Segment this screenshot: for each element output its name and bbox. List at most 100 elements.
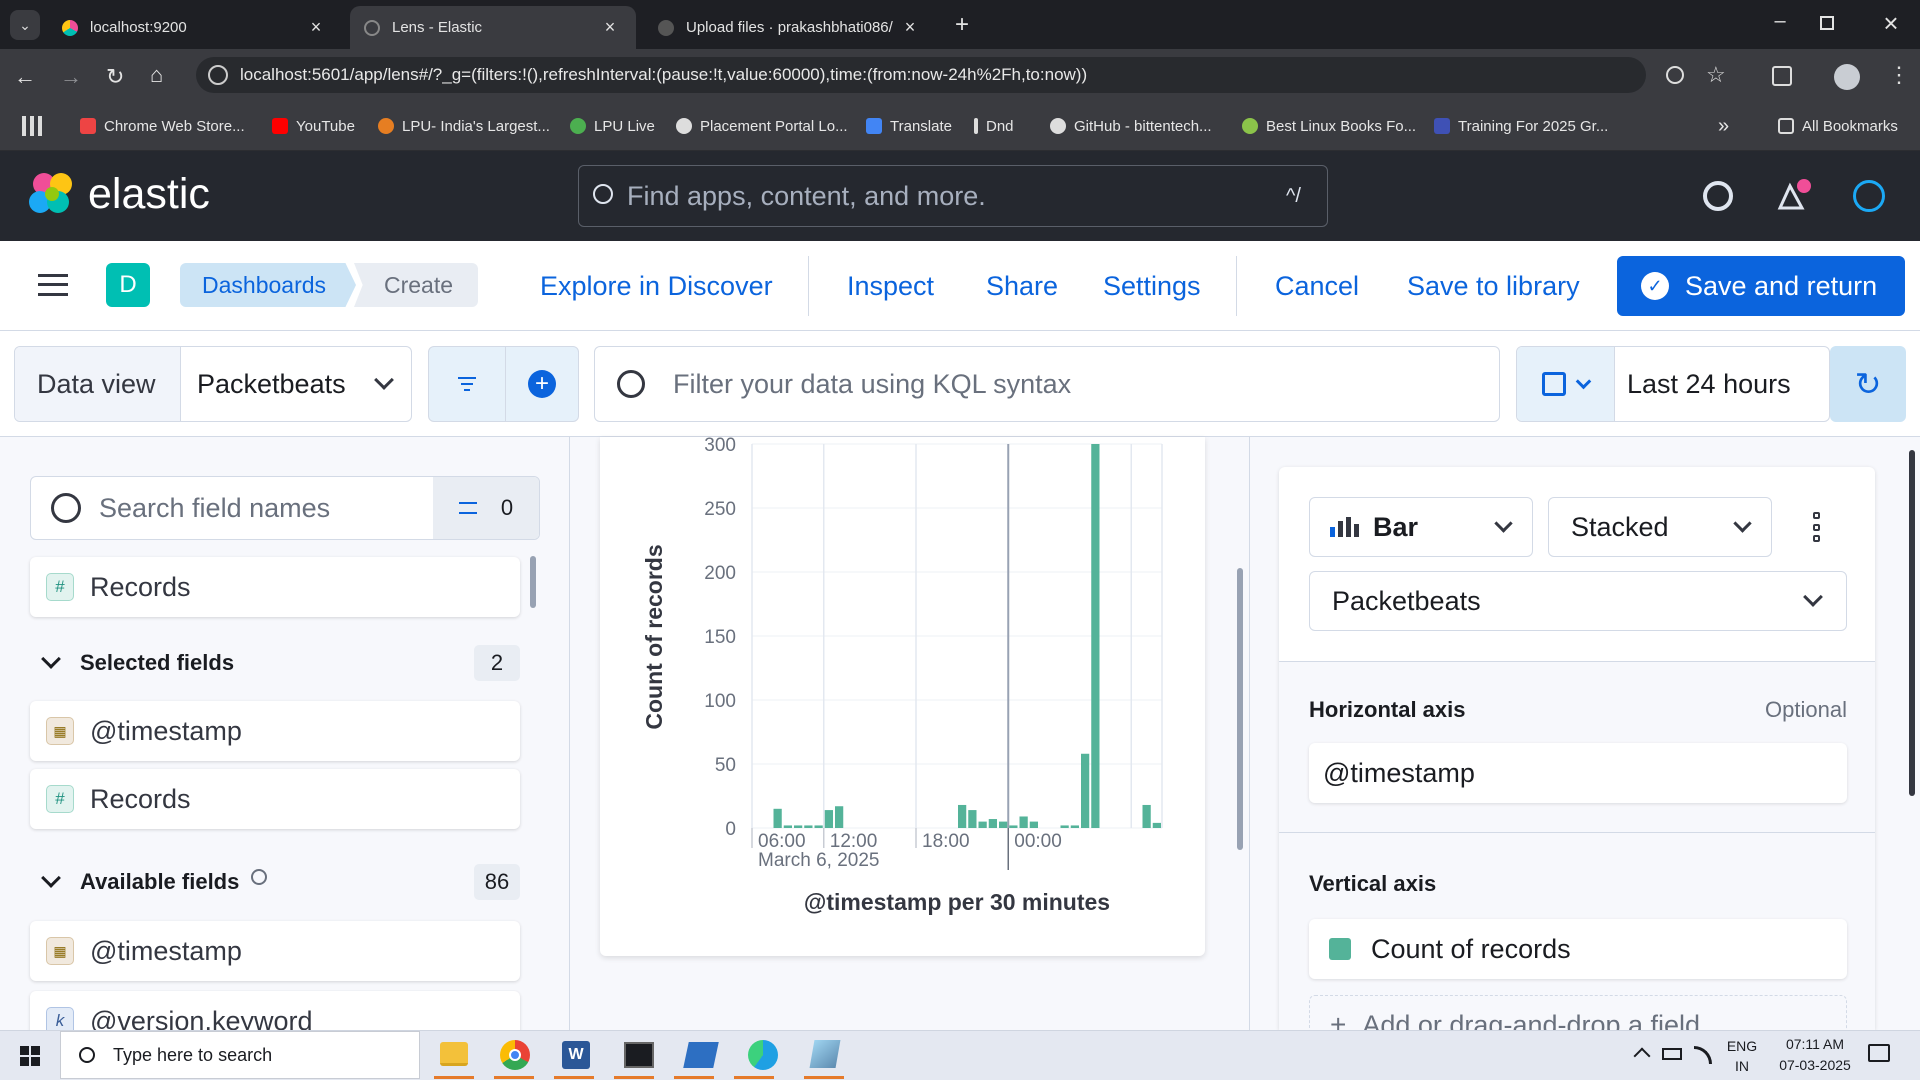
browser-tab-2[interactable]: Lens - Elastic ×: [350, 6, 636, 49]
hamburger-menu-icon[interactable]: [38, 274, 68, 296]
save-to-library-link[interactable]: Save to library: [1407, 241, 1580, 331]
close-icon[interactable]: ×: [600, 17, 620, 38]
battery-icon[interactable]: [1662, 1048, 1682, 1060]
bookmark-chrome-web-store[interactable]: Chrome Web Store...: [80, 101, 245, 151]
all-bookmarks[interactable]: All Bookmarks: [1778, 101, 1898, 151]
new-tab-button[interactable]: +: [950, 10, 974, 40]
search-icon: [617, 370, 645, 398]
kql-query-input[interactable]: Filter your data using KQL syntax: [594, 346, 1500, 422]
close-icon[interactable]: ×: [900, 17, 920, 38]
browser-tab-1[interactable]: localhost:9200 ×: [48, 6, 342, 49]
cancel-link[interactable]: Cancel: [1275, 241, 1359, 331]
calendar-icon[interactable]: [1517, 347, 1615, 421]
url-bar[interactable]: localhost:5601/app/lens#/?_g=(filters:!(…: [196, 57, 1646, 93]
news-feed-icon[interactable]: [1776, 178, 1812, 212]
file-explorer-icon[interactable]: [440, 1042, 468, 1066]
bookmark-placement-portal[interactable]: Placement Portal Lo...: [676, 101, 848, 151]
workspace-scrollbar-thumb[interactable]: [1237, 568, 1243, 850]
save-and-return-button[interactable]: ✓ Save and return: [1617, 256, 1905, 316]
language-code: ENG: [1726, 1038, 1758, 1054]
terminal-icon[interactable]: [624, 1042, 654, 1068]
chrome-icon[interactable]: [500, 1040, 530, 1070]
available-fields-accordion[interactable]: Available fields 86: [30, 860, 520, 904]
selected-fields-accordion[interactable]: Selected fields 2: [30, 641, 520, 685]
add-field-button[interactable]: + Add or drag-and-drop a field: [1309, 995, 1847, 1030]
chrome-menu-icon[interactable]: ⋮: [1888, 62, 1910, 88]
selected-field-timestamp[interactable]: ▦ @timestamp: [30, 701, 520, 761]
zoom-icon[interactable]: [1666, 66, 1684, 84]
field-filter-button[interactable]: 0: [433, 477, 539, 539]
close-window-button[interactable]: ×: [1876, 8, 1906, 38]
taskbar-search-box[interactable]: Type here to search: [60, 1031, 420, 1079]
apps-grid-icon[interactable]: [22, 116, 42, 136]
records-field[interactable]: # Records: [30, 557, 520, 617]
bookmark-lpu-live[interactable]: LPU Live: [570, 101, 655, 151]
powershell-icon[interactable]: [683, 1042, 719, 1068]
breadcrumb-dashboards[interactable]: Dashboards: [180, 263, 356, 307]
site-info-icon[interactable]: [208, 65, 228, 85]
forward-icon[interactable]: →: [60, 64, 82, 90]
home-icon[interactable]: ⌂: [150, 62, 163, 88]
inspect-link[interactable]: Inspect: [847, 241, 934, 331]
profile-avatar[interactable]: [1834, 64, 1860, 90]
question-icon[interactable]: [251, 869, 268, 885]
bookmark-linux-books[interactable]: Best Linux Books Fo...: [1242, 101, 1416, 151]
filter-icon: [458, 502, 477, 514]
input-language[interactable]: ENG IN: [1724, 1036, 1760, 1076]
clock-date: 07-03-2025: [1779, 1057, 1851, 1073]
vertical-axis-field[interactable]: Count of records: [1309, 919, 1847, 979]
share-link[interactable]: Share: [986, 241, 1058, 331]
elastic-logo[interactable]: [28, 170, 76, 218]
close-icon[interactable]: ×: [306, 17, 326, 38]
selected-field-records[interactable]: # Records: [30, 769, 520, 829]
layer-actions-icon[interactable]: [1810, 512, 1822, 542]
bookmark-github[interactable]: GitHub - bittentech...: [1050, 101, 1212, 151]
available-field-timestamp[interactable]: ▦ @timestamp: [30, 921, 520, 981]
clock[interactable]: 07:11 AM 07-03-2025: [1768, 1034, 1862, 1076]
search-icon: [51, 493, 81, 523]
bookmarks-overflow-icon[interactable]: »: [1718, 101, 1729, 151]
word-icon[interactable]: W: [562, 1041, 590, 1069]
reload-icon[interactable]: ↻: [106, 64, 124, 90]
chart-type-select[interactable]: Bar: [1309, 497, 1533, 557]
series-color-swatch[interactable]: [1329, 938, 1351, 960]
bookmark-lpu[interactable]: LPU- India's Largest...: [378, 101, 550, 151]
minimize-button[interactable]: –: [1760, 10, 1800, 40]
global-search-input[interactable]: Find apps, content, and more. ^/: [578, 165, 1328, 227]
bookmark-youtube[interactable]: YouTube: [272, 101, 355, 151]
refresh-button[interactable]: ↻: [1830, 346, 1906, 422]
field-search-input[interactable]: Search field names 0: [30, 476, 540, 540]
space-avatar[interactable]: D: [106, 263, 150, 307]
browser-tab-3[interactable]: Upload files · prakashbhati086/ ×: [644, 6, 936, 49]
settings-link[interactable]: Settings: [1103, 241, 1201, 331]
bookmark-dnd[interactable]: Dnd: [974, 101, 1014, 151]
tab-search-button[interactable]: ⌄: [10, 10, 40, 40]
explore-in-discover-link[interactable]: Explore in Discover: [540, 241, 773, 331]
optional-label: Optional: [1765, 697, 1847, 722]
chart-bar: [978, 821, 987, 828]
stack-mode-select[interactable]: Stacked: [1548, 497, 1772, 557]
query-menu-button[interactable]: [428, 346, 506, 422]
bookmark-translate[interactable]: Translate: [866, 101, 952, 151]
scrollbar-thumb[interactable]: [530, 556, 536, 608]
bookmark-training[interactable]: Training For 2025 Gr...: [1434, 101, 1608, 151]
back-icon[interactable]: ←: [14, 64, 36, 90]
extensions-icon[interactable]: [1772, 66, 1792, 86]
maximize-button[interactable]: [1820, 16, 1834, 30]
windows-start-icon[interactable]: [20, 1046, 40, 1066]
available-field-version-keyword[interactable]: k @version.keyword: [30, 991, 520, 1030]
date-picker[interactable]: Last 24 hours: [1516, 346, 1830, 422]
horizontal-axis-field[interactable]: @timestamp: [1309, 743, 1847, 803]
edge-icon[interactable]: [748, 1040, 778, 1070]
bar-chart[interactable]: 0 50 100 150 200 250 300 06:00 12:00 18:00 00:00 Ma…: [600, 437, 1205, 956]
app-icon[interactable]: [809, 1040, 841, 1068]
user-avatar[interactable]: [1853, 180, 1885, 212]
chart-bar: [1152, 822, 1161, 828]
bookmark-star-icon[interactable]: ☆: [1706, 62, 1726, 88]
notifications-icon[interactable]: [1868, 1044, 1890, 1062]
help-icon[interactable]: [1703, 181, 1733, 211]
add-filter-button[interactable]: +: [505, 346, 579, 422]
config-scrollbar-thumb[interactable]: [1909, 450, 1915, 796]
layer-data-view-select[interactable]: Packetbeats: [1309, 571, 1847, 631]
data-view-picker[interactable]: Data view Packetbeats: [14, 346, 412, 422]
